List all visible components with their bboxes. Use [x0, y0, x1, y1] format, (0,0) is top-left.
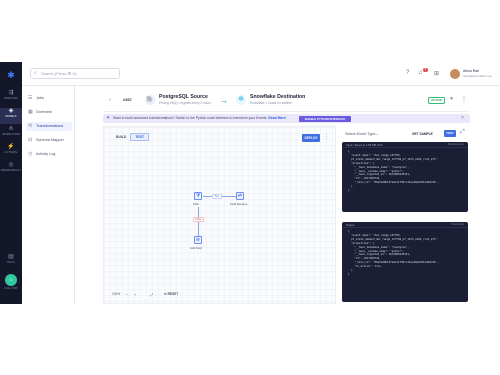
- subnav-item-transformations[interactable]: ⟲ Transformations: [26, 122, 72, 131]
- rail-live-chat[interactable]: LIVE CHAT: [0, 287, 22, 295]
- pause-icon[interactable]: ⏸: [450, 96, 453, 103]
- canvas-more-icon[interactable]: ⋮: [324, 134, 329, 140]
- source-subtitle: Pricing-V6(2) • Ingests every 2 hours: [159, 101, 211, 105]
- rail-item-models[interactable]: ◈ MODELS: [0, 108, 22, 124]
- observability-icon: ◎: [8, 162, 14, 168]
- mode-toggle: BUILD TEST: [112, 133, 150, 141]
- user-email: alexa@hevodata.com: [463, 74, 493, 78]
- avatar[interactable]: [450, 69, 460, 79]
- chevron-down-icon: ⌄: [376, 132, 380, 136]
- add-field-icon: ⊕: [195, 237, 201, 243]
- snowflake-icon: ❄: [236, 95, 246, 105]
- status-badge[interactable]: ACTIVE: [428, 97, 445, 104]
- pipeline-header: ‹ #367 🐘 PostgreSQL Source Pricing-V6(2)…: [103, 90, 470, 112]
- test-button[interactable]: TEST: [444, 130, 456, 137]
- edge-true-label: True: [212, 194, 222, 199]
- get-sample-button[interactable]: GET SAMPLE: [412, 131, 433, 138]
- top-bar: ⌕ Search (Press ⌘ K) ? ♫ 9 ⊞ Alexa Rae a…: [22, 62, 500, 86]
- hevo-logo-icon[interactable]: ✱: [6, 70, 16, 80]
- apps-icon[interactable]: ⊞: [434, 70, 439, 77]
- filter-node[interactable]: ⧩: [194, 192, 202, 200]
- transformation-canvas[interactable]: BUILD TEST DEPLOY ⋮ ⧩ Filter True ⇄ Fiel…: [103, 126, 336, 304]
- field-rename-node[interactable]: ⇄: [236, 192, 244, 200]
- event-type-select[interactable]: Select Event Type ⌄: [342, 130, 400, 139]
- expand-icon[interactable]: ⤢: [460, 129, 465, 136]
- subnav-item-activity-log[interactable]: ◷ Activity Log: [26, 150, 72, 159]
- filter-node-label: Filter: [193, 202, 200, 206]
- output-card-tag: Test Result: [451, 223, 464, 226]
- rail-item-workflows[interactable]: ⋔ WORKFLOWS: [0, 126, 22, 142]
- tab-test[interactable]: TEST: [130, 133, 150, 141]
- destination-subtitle: Snowflake • Loads in realtime: [250, 101, 292, 105]
- postgresql-icon: 🐘: [145, 95, 155, 105]
- code-line: }: [348, 189, 350, 193]
- subnav-item-jobs[interactable]: ☰ Jobs: [26, 94, 72, 103]
- jobs-icon: ☰: [28, 95, 33, 101]
- add-field-node[interactable]: ⊕: [194, 236, 202, 244]
- subnav-item-schema-mapper[interactable]: ⊟ Schema Mapper: [26, 136, 72, 145]
- zoom-in-icon[interactable]: +: [134, 292, 136, 297]
- tab-build[interactable]: BUILD: [112, 133, 130, 141]
- banner-text: Want to build advanced transformations? …: [113, 116, 268, 120]
- notifications-icon[interactable]: ♫: [418, 70, 423, 76]
- back-arrow-icon[interactable]: ‹: [109, 97, 111, 103]
- rail-item-activate[interactable]: ⚡ ACTIVATE: [0, 144, 22, 160]
- notification-count-badge: 9: [423, 68, 428, 72]
- fit-view-icon[interactable]: ⤢: [150, 292, 153, 297]
- docs-icon: ▤: [8, 254, 14, 260]
- input-card-tag: Sample Event: [447, 143, 464, 146]
- output-card-title: Output: [346, 223, 355, 227]
- destination-name[interactable]: Snowflake Destination: [250, 94, 305, 101]
- transform-icon: ⟲: [28, 123, 33, 129]
- search-placeholder: Search (Press ⌘ K): [41, 71, 77, 76]
- events-panel: Select Event Type ⌄ GET SAMPLE TEST ⤢ In…: [340, 126, 470, 304]
- rename-icon: ⇄: [237, 193, 243, 199]
- input-event-card: Input • Event at 1:56 PM UTC Sample Even…: [342, 142, 468, 212]
- rail-item-docs[interactable]: ▤ DOCS: [0, 254, 22, 270]
- zoom-out-icon[interactable]: −: [126, 292, 128, 297]
- pipeline-subnav: ☰ Jobs ▦ Overview ⟲ Transformations ⊟ Sc…: [22, 86, 75, 304]
- pipeline-icon: ⇶: [8, 90, 14, 96]
- reset-button[interactable]: ⟲ RESET: [164, 292, 178, 297]
- read-more-link[interactable]: Read More: [268, 116, 285, 120]
- more-options-icon[interactable]: ⋮: [461, 96, 467, 103]
- left-rail: ✱ ⇶ PIPELINES ◈ MODELS ⋔ WORKFLOWS ⚡ ACT…: [0, 62, 22, 304]
- flow-arrow-icon: →: [219, 95, 228, 105]
- overview-icon: ▦: [28, 109, 33, 115]
- pipeline-id: #367: [123, 97, 132, 102]
- search-icon: ⌕: [34, 70, 37, 76]
- add-field-node-label: Add Field: [190, 246, 202, 250]
- zoom-level[interactable]: 100%: [112, 292, 120, 297]
- info-icon: ✦: [106, 115, 111, 121]
- filter-icon: ⧩: [195, 193, 201, 199]
- input-event-json[interactable]: { "event_name": "dev-range-157784- pf_st…: [342, 148, 468, 193]
- live-chat-icon[interactable]: ☺: [5, 274, 17, 286]
- source-name[interactable]: PostgreSQL Source: [159, 94, 208, 101]
- rail-item-pipelines[interactable]: ⇶ PIPELINES: [0, 90, 22, 106]
- output-event-card: Output Test Result { "event_name": "dev-…: [342, 222, 468, 302]
- rail-item-observability[interactable]: ◎ OBSERVABILITY: [0, 162, 22, 178]
- app-window: ✱ ⇶ PIPELINES ◈ MODELS ⋔ WORKFLOWS ⚡ ACT…: [0, 62, 500, 304]
- edge-false-label: False: [193, 217, 204, 222]
- workflow-icon: ⋔: [8, 126, 14, 132]
- field-rename-node-label: Field Rename: [230, 202, 248, 206]
- activate-icon: ⚡: [7, 144, 15, 150]
- output-event-json[interactable]: { "event_name": "dev-range-157784- pf_st…: [342, 228, 468, 277]
- close-icon[interactable]: ×: [461, 114, 464, 123]
- help-icon[interactable]: ?: [406, 70, 409, 76]
- models-icon: ◈: [8, 108, 14, 114]
- code-line: }: [348, 272, 350, 276]
- user-name: Alexa Rae: [463, 69, 480, 73]
- search-input[interactable]: ⌕ Search (Press ⌘ K): [30, 68, 120, 79]
- enable-python-button[interactable]: ENABLE PYTHON INTERFACE: [299, 115, 351, 122]
- deploy-button[interactable]: DEPLOY: [302, 134, 320, 142]
- python-interface-banner: ✦ Want to build advanced transformations…: [103, 114, 470, 123]
- input-card-title: Input • Event at 1:56 PM UTC: [346, 143, 383, 147]
- schema-icon: ⊟: [28, 137, 33, 143]
- subnav-item-overview[interactable]: ▦ Overview: [26, 108, 72, 117]
- log-icon: ◷: [28, 151, 33, 157]
